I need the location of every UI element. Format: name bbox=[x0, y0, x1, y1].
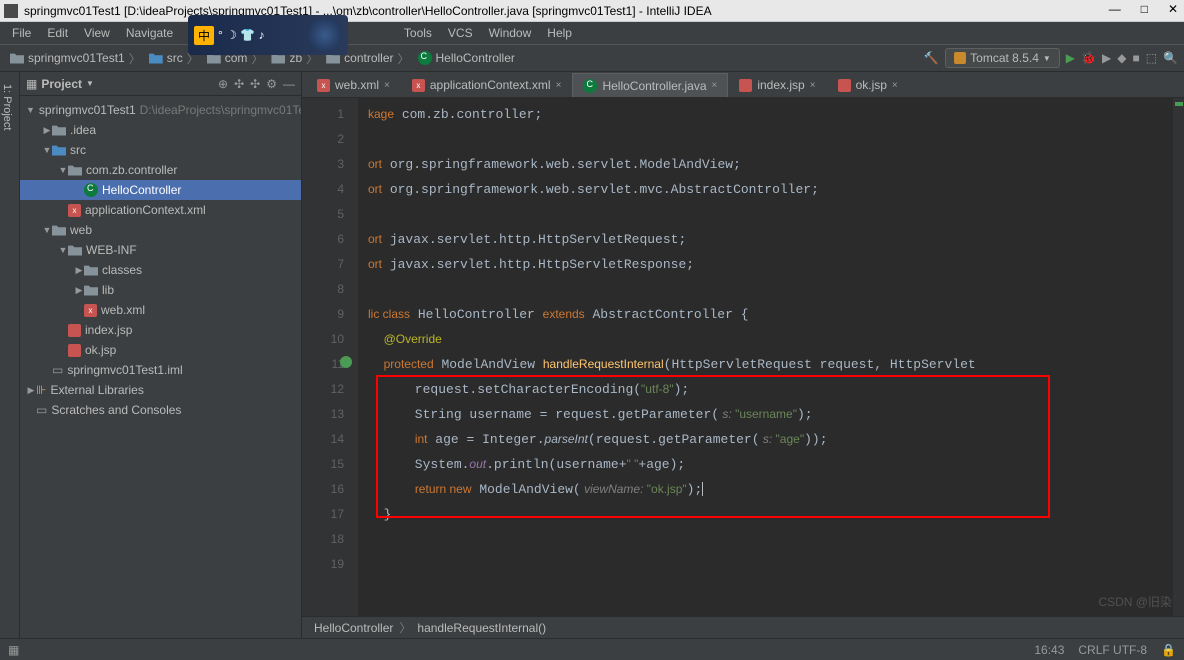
settings-icon[interactable]: ⚙ bbox=[266, 77, 277, 91]
project-tree[interactable]: ▼springmvc01Test1D:\ideaProjects\springm… bbox=[20, 96, 301, 638]
tree-item[interactable]: ▶⊪External Libraries bbox=[20, 380, 301, 400]
gutter[interactable]: 12345678910111213141516171819 bbox=[302, 98, 358, 616]
expand-icon[interactable]: ✣ bbox=[234, 77, 244, 91]
tree-item[interactable]: ▭springmvc01Test1.iml bbox=[20, 360, 301, 380]
tree-item[interactable]: ▶lib bbox=[20, 280, 301, 300]
editor-tab[interactable]: xapplicationContext.xml× bbox=[401, 73, 573, 97]
profile-icon[interactable]: ◆ bbox=[1117, 51, 1126, 65]
title-bar: springmvc01Test1 [D:\ideaProjects\spring… bbox=[0, 0, 1184, 22]
close-icon[interactable]: ✕ bbox=[1168, 2, 1178, 16]
close-tab-icon[interactable]: × bbox=[810, 80, 816, 91]
close-tab-icon[interactable]: × bbox=[556, 80, 562, 91]
tree-item[interactable]: xapplicationContext.xml bbox=[20, 200, 301, 220]
tree-item[interactable]: ▶.idea bbox=[20, 120, 301, 140]
menu-vcs[interactable]: VCS bbox=[440, 26, 481, 40]
close-tab-icon[interactable]: × bbox=[384, 80, 390, 91]
tree-item[interactable]: ok.jsp bbox=[20, 340, 301, 360]
editor-tab[interactable]: ok.jsp× bbox=[827, 73, 909, 97]
menu-bar: File Edit View Navigate Code Tools VCS W… bbox=[0, 22, 1184, 44]
ime-badge: 中 bbox=[194, 26, 214, 45]
editor-tab[interactable]: index.jsp× bbox=[728, 73, 826, 97]
menu-tools[interactable]: Tools bbox=[396, 26, 440, 40]
menu-window[interactable]: Window bbox=[481, 26, 540, 40]
tree-item[interactable]: ▶classes bbox=[20, 260, 301, 280]
tree-item[interactable]: ▼WEB-INF bbox=[20, 240, 301, 260]
tree-item[interactable]: ▭Scratches and Consoles bbox=[20, 400, 301, 420]
run-config-dropdown[interactable]: Tomcat 8.5.4▼ bbox=[945, 48, 1060, 68]
tree-item[interactable]: ▼com.zb.controller bbox=[20, 160, 301, 180]
tree-item[interactable]: ▼web bbox=[20, 220, 301, 240]
menu-help[interactable]: Help bbox=[539, 26, 580, 40]
tree-item[interactable]: index.jsp bbox=[20, 320, 301, 340]
tree-item[interactable]: ▼springmvc01Test1D:\ideaProjects\springm… bbox=[20, 100, 301, 120]
menu-view[interactable]: View bbox=[76, 26, 118, 40]
ime-widget[interactable]: 中 ° ☽ 👕 ♪ bbox=[188, 15, 348, 55]
search-icon[interactable]: 🔍 bbox=[1163, 51, 1178, 65]
crumb-method-name[interactable]: handleRequestInternal() bbox=[417, 621, 546, 635]
minimize-icon[interactable]: — bbox=[1109, 2, 1121, 16]
crumb-class-name[interactable]: HelloController bbox=[314, 621, 393, 635]
cursor-position[interactable]: 16:43 bbox=[1034, 643, 1064, 657]
editor-tab[interactable]: xweb.xml× bbox=[306, 73, 401, 97]
window-title: springmvc01Test1 [D:\ideaProjects\spring… bbox=[24, 4, 712, 18]
line-sep-encoding[interactable]: CRLF UTF-8 bbox=[1078, 643, 1147, 657]
ime-avatar bbox=[308, 18, 342, 52]
editor-tabs: xweb.xml×xapplicationContext.xml×HelloCo… bbox=[302, 72, 1184, 98]
navigation-bar: springmvc01Test1〉 src〉 com〉 zb〉 controll… bbox=[0, 44, 1184, 72]
watermark: CSDN @旧染 bbox=[1098, 593, 1172, 610]
close-tab-icon[interactable]: × bbox=[712, 80, 718, 91]
close-tab-icon[interactable]: × bbox=[892, 80, 898, 91]
status-bar: ▦ 16:43 CRLF UTF-8 🔒 bbox=[0, 638, 1184, 660]
tree-item[interactable]: ▼src bbox=[20, 140, 301, 160]
editor-tab[interactable]: HelloController.java× bbox=[572, 73, 728, 97]
build-icon[interactable]: 🔨 bbox=[923, 50, 939, 66]
sidebar-title: Project bbox=[41, 77, 82, 91]
editor-breadcrumb[interactable]: HelloController 〉 handleRequestInternal(… bbox=[302, 616, 1184, 638]
stop-icon[interactable]: ■ bbox=[1132, 51, 1139, 65]
maximize-icon[interactable]: □ bbox=[1141, 2, 1148, 16]
tree-item[interactable]: xweb.xml bbox=[20, 300, 301, 320]
tool-window-stripe[interactable]: 1: Project bbox=[0, 72, 20, 638]
select-opened-icon[interactable]: ⊕ bbox=[218, 77, 228, 91]
ime-icons: ° ☽ 👕 ♪ bbox=[218, 28, 265, 42]
app-icon bbox=[4, 4, 18, 18]
code-editor[interactable]: 12345678910111213141516171819 kage com.z… bbox=[302, 98, 1184, 616]
menu-navigate[interactable]: Navigate bbox=[118, 26, 181, 40]
code-content[interactable]: kage com.zb.controller; ort org.springfr… bbox=[358, 98, 1172, 616]
override-marker-icon[interactable] bbox=[340, 356, 352, 368]
project-toggle-icon[interactable]: ▦ bbox=[26, 77, 37, 91]
tree-item[interactable]: HelloController bbox=[20, 180, 301, 200]
menu-file[interactable]: File bbox=[4, 26, 39, 40]
editor-area: xweb.xml×xapplicationContext.xml×HelloCo… bbox=[302, 72, 1184, 638]
collapse-icon[interactable]: ✣ bbox=[250, 77, 260, 91]
lock-icon[interactable]: 🔒 bbox=[1161, 643, 1176, 657]
sidebar-header: ▦ Project ▼ ⊕ ✣ ✣ ⚙ — bbox=[20, 72, 301, 96]
coverage-icon[interactable]: ▶ bbox=[1102, 51, 1111, 65]
structure-icon[interactable]: ⬚ bbox=[1146, 51, 1157, 65]
crumb-project[interactable]: springmvc01Test1〉 bbox=[6, 50, 145, 67]
hide-icon[interactable]: — bbox=[283, 77, 295, 91]
crumb-class[interactable]: HelloController bbox=[414, 51, 519, 65]
project-sidebar: ▦ Project ▼ ⊕ ✣ ✣ ⚙ — ▼springmvc01Test1D… bbox=[20, 72, 302, 638]
menu-edit[interactable]: Edit bbox=[39, 26, 76, 40]
run-icon[interactable]: ▶ bbox=[1066, 51, 1075, 65]
status-toggle-icon[interactable]: ▦ bbox=[8, 643, 19, 657]
debug-icon[interactable]: 🐞 bbox=[1081, 51, 1096, 65]
error-stripe[interactable] bbox=[1172, 98, 1184, 616]
